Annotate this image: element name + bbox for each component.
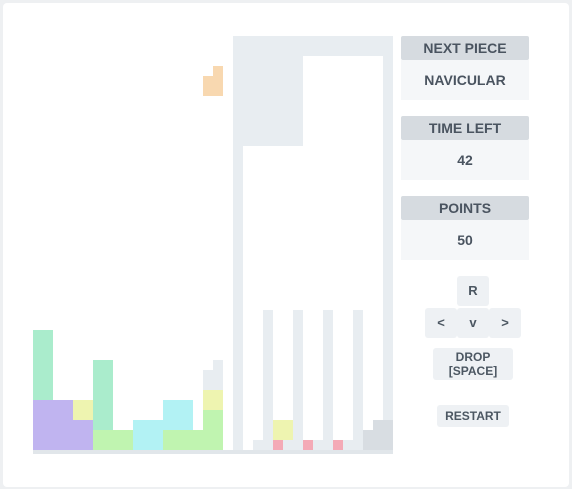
drop-button[interactable]: DROP [SPACE] [433, 348, 513, 380]
time-left-label: TIME LEFT [401, 116, 529, 140]
block-mint [33, 330, 53, 400]
block-yellow [73, 400, 93, 420]
rotate-button[interactable]: R [457, 276, 489, 306]
grey-pillar [323, 310, 333, 450]
move-left-button[interactable]: < [425, 308, 457, 338]
bottom-cell [283, 440, 293, 450]
bottom-cell [363, 430, 373, 450]
grey-block [303, 36, 393, 56]
block-cyan [163, 400, 193, 430]
block-light-green [93, 430, 133, 450]
falling-piece-cell [203, 76, 223, 96]
block-light-green [163, 430, 203, 450]
bottom-cell [313, 440, 323, 450]
block-mint [93, 360, 113, 430]
block-ghost [213, 360, 223, 370]
time-left-value: 42 [401, 140, 529, 180]
block-pink [273, 440, 283, 450]
points-label: POINTS [401, 196, 529, 220]
move-down-button[interactable]: v [457, 308, 489, 338]
falling-piece-cell [213, 66, 223, 76]
grey-pillar [263, 310, 273, 450]
next-piece-label: NEXT PIECE [401, 36, 529, 60]
grey-pillar [353, 310, 363, 450]
drop-key-label: [SPACE] [448, 364, 498, 378]
block-cyan [133, 420, 163, 450]
restart-button[interactable]: RESTART [437, 405, 509, 427]
bottom-cell [253, 440, 263, 450]
block-yellow [203, 390, 223, 410]
next-piece-value: NAVICULAR [401, 60, 529, 100]
grey-column [233, 146, 243, 450]
block-purple [73, 420, 93, 450]
block-pink [333, 440, 343, 450]
grey-block [233, 36, 303, 146]
board-floor [33, 450, 393, 454]
block-pink [303, 440, 313, 450]
block-light-green [203, 410, 223, 450]
points-value: 50 [401, 220, 529, 260]
grey-column [383, 56, 393, 420]
bottom-cell [343, 440, 353, 450]
drop-label: DROP [455, 350, 491, 364]
block-ghost [203, 370, 223, 390]
bottom-cell [373, 420, 393, 450]
move-right-button[interactable]: > [489, 308, 521, 338]
grey-pillar [293, 310, 303, 450]
block-purple [33, 400, 73, 450]
block-yellow [273, 420, 293, 440]
